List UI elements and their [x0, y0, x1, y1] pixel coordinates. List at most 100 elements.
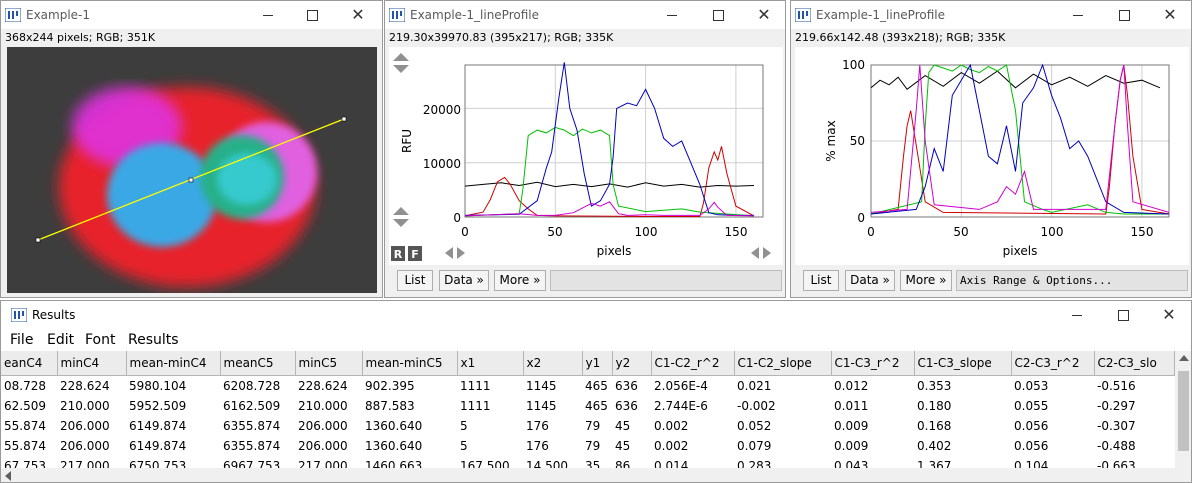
data-button[interactable]: Data » [439, 270, 489, 291]
y-tick-label: 50 [850, 134, 865, 148]
list-button[interactable]: List [803, 270, 839, 291]
maximize-icon[interactable] [1114, 5, 1134, 25]
profile1-xlabel: pixels [597, 244, 632, 258]
profile-window-2: Example-1_lineProfile ✕ 219.66x142.48 (3… [790, 0, 1192, 298]
menu-file[interactable]: File [10, 332, 33, 348]
column-header[interactable]: minC5 [295, 351, 363, 376]
close-icon[interactable]: ✕ [1159, 305, 1179, 325]
table-cell: 35 [585, 459, 601, 468]
image-info: 368x244 pixels; RGB; 351K [5, 31, 156, 44]
vertical-scrollbar[interactable] [1175, 351, 1191, 468]
results-table-container[interactable]: eanC4 minC4 mean-minC4 meanC5 minC5 mean… [1, 351, 1175, 468]
profile2-ylabel: % max [824, 120, 838, 161]
column-header[interactable]: mean-minC4 [126, 351, 221, 376]
table-header-row: eanC4 minC4 mean-minC4 meanC5 minC5 mean… [1, 351, 1175, 376]
table-cell: -0.307 [1097, 419, 1136, 433]
table-row[interactable]: 08.728 228.624 5980.104 6208.728 228.624 902.… [1, 376, 1174, 397]
column-header[interactable]: C2-C3_r^2 [1011, 351, 1095, 376]
minimize-icon[interactable] [1067, 305, 1087, 325]
results-titlebar[interactable]: Results ✕ [1, 301, 1191, 329]
table-cell: 6149.874 [129, 419, 187, 433]
profile1-titlebar[interactable]: Example-1_lineProfile ✕ [385, 1, 785, 29]
profile2-titlebar[interactable]: Example-1_lineProfile ✕ [791, 1, 1191, 29]
table-cell: 0.002 [654, 419, 689, 433]
table-cell: 0.283 [737, 459, 772, 468]
close-icon[interactable]: ✕ [348, 5, 368, 25]
maximize-icon[interactable] [1113, 305, 1133, 325]
table-cell: 636 [615, 379, 638, 393]
table-cell: 0.052 [737, 419, 772, 433]
menu-font[interactable]: Font [85, 332, 115, 348]
more-button[interactable]: More » [900, 270, 952, 291]
table-cell: 1360.640 [365, 419, 423, 433]
minimize-icon[interactable] [258, 5, 278, 25]
column-header[interactable]: meanC5 [220, 351, 296, 376]
list-button[interactable]: List [397, 270, 433, 291]
column-header[interactable]: y1 [582, 351, 613, 376]
image-window-titlebar[interactable]: Example-1 ✕ [1, 1, 382, 29]
table-row[interactable]: 55.874 206.000 6149.874 6355.874 206.000 1360… [1, 416, 1174, 436]
scroll-right-icon [457, 247, 465, 259]
profile1-chart: RFU pixels 0 10000 20000 0 50 100 150 R … [391, 53, 771, 261]
close-icon[interactable]: ✕ [754, 5, 774, 25]
r-button[interactable]: R [391, 246, 405, 261]
column-header[interactable]: C1-C3_r^2 [831, 351, 915, 376]
scroll-left-icon[interactable] [5, 471, 11, 481]
svg-text:F: F [411, 248, 419, 261]
table-row[interactable]: 55.874 206.000 6149.874 6355.874 206.000 1360… [1, 436, 1174, 456]
series-line-4 [464, 201, 755, 217]
horizontal-scrollbar[interactable] [1, 468, 1191, 482]
menu-results[interactable]: Results [128, 332, 179, 348]
image-window-title: Example-1 [26, 8, 91, 22]
image-canvas[interactable] [7, 47, 377, 293]
minimize-icon[interactable] [1068, 5, 1088, 25]
data-button[interactable]: Data » [845, 270, 895, 291]
table-cell: -0.002 [737, 399, 776, 413]
x-tick-label: 150 [725, 225, 748, 239]
table-cell: 55.874 [4, 439, 46, 453]
svg-text:R: R [394, 248, 403, 261]
x-tick-label: 50 [953, 225, 968, 239]
column-header[interactable]: mean-minC5 [362, 351, 458, 376]
table-row[interactable]: 67.753 217.000 6750.753 6967.753 217.000 1460… [1, 456, 1174, 468]
cell-image [7, 47, 377, 293]
close-icon[interactable]: ✕ [1160, 5, 1180, 25]
column-header[interactable]: C1-C2_slope [734, 351, 832, 376]
table-cell: 6208.728 [223, 379, 281, 393]
table-cell: 0.180 [917, 399, 952, 413]
x-tick-label: 50 [547, 225, 562, 239]
table-cell: 45 [615, 419, 631, 433]
maximize-icon[interactable] [302, 5, 322, 25]
f-button[interactable]: F [408, 246, 422, 261]
table-cell: 1360.640 [365, 439, 423, 453]
column-header[interactable]: x1 [457, 351, 524, 376]
axis-range-options-field[interactable]: Axis Range & Options... [956, 270, 1188, 291]
column-header[interactable]: C1-C2_r^2 [651, 351, 735, 376]
profile2-info: 219.66x142.48 (393x218); RGB; 335K [795, 31, 1006, 44]
column-header[interactable]: eanC4 [1, 351, 58, 376]
scrollbar-thumb[interactable] [1178, 371, 1189, 451]
y-tick-label: 0 [857, 211, 865, 225]
table-cell: 0.011 [834, 399, 869, 413]
profile2-xlabel: pixels [1003, 244, 1038, 258]
table-cell: 206.000 [298, 419, 348, 433]
table-cell: 86 [615, 459, 631, 468]
column-header[interactable]: C1-C3_slope [914, 351, 1012, 376]
more-button[interactable]: More » [494, 270, 546, 291]
column-header[interactable]: y2 [612, 351, 652, 376]
column-header[interactable]: minC4 [57, 351, 127, 376]
table-cell: 206.000 [298, 439, 348, 453]
menu-edit[interactable]: Edit [47, 332, 74, 348]
profile1-plot-area: RFU pixels 0 10000 20000 0 50 100 150 R … [389, 47, 783, 265]
scroll-down-icon [393, 65, 409, 73]
column-header[interactable]: x2 [523, 351, 583, 376]
minimize-icon[interactable] [662, 5, 682, 25]
table-cell: 1145 [526, 399, 557, 413]
x-tick-label: 150 [1131, 225, 1154, 239]
maximize-icon[interactable] [708, 5, 728, 25]
table-row[interactable]: 62.509 210.000 5952.509 6162.509 210.000 887.… [1, 396, 1174, 416]
column-header[interactable]: C2-C3_slo [1094, 351, 1175, 376]
imagej-icon [389, 8, 405, 22]
scroll-up-icon[interactable] [1179, 355, 1189, 361]
scroll-up-icon [393, 207, 409, 215]
